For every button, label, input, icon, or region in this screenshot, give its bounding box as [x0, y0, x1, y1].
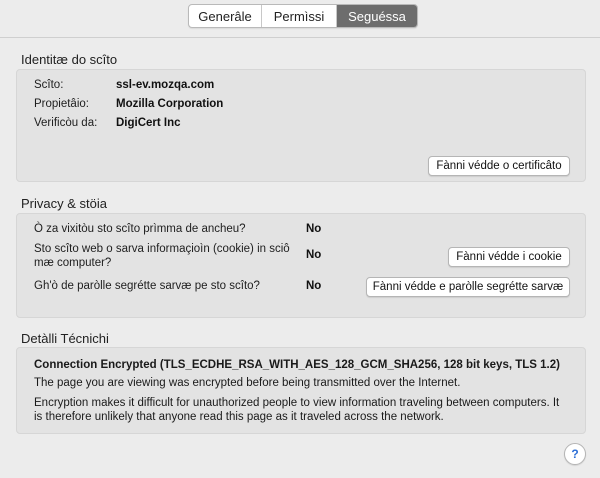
visited-value: No — [306, 223, 322, 235]
identity-section-title: Identitæ do scîto — [21, 52, 118, 67]
verified-by-value: DigiCert Inc — [116, 117, 181, 129]
tab-security[interactable]: Seguéssa — [337, 5, 417, 27]
cookies-value: No — [306, 249, 322, 261]
view-cookies-button[interactable]: Fànni védde i cookie — [448, 247, 570, 267]
view-saved-passwords-button[interactable]: Fànni védde e paròlle segrétte sarvæ — [366, 277, 570, 297]
passwords-question: Gh'ò de paròlle segrétte sarvæ pe sto sc… — [34, 280, 260, 292]
view-certificate-button[interactable]: Fànni védde o certificâto — [428, 156, 570, 176]
cookies-question: Sto scîto web o sarva informaçioìn (cook… — [34, 243, 290, 269]
help-button[interactable]: ? — [564, 443, 586, 465]
site-value: ssl-ev.mozqa.com — [116, 79, 215, 91]
privacy-section-title: Privacy & stöia — [21, 196, 107, 211]
tab-permissions[interactable]: Permìssi — [262, 5, 337, 27]
encryption-info-line2: Encryption makes it difficult for unauth… — [34, 397, 560, 423]
visited-question: Ò za vixitòu sto scîto prìmma de ancheu? — [34, 223, 246, 235]
encryption-info-line1: The page you are viewing was encrypted b… — [34, 377, 461, 389]
connection-status: Connection Encrypted (TLS_ECDHE_RSA_WITH… — [34, 359, 560, 371]
verified-by-label: Verificòu da: — [34, 117, 98, 129]
owner-value: Mozilla Corporation — [116, 98, 224, 110]
passwords-value: No — [306, 280, 322, 292]
tab-general[interactable]: Generâle — [189, 5, 262, 27]
tab-bar: Generâle Permìssi Seguéssa — [188, 4, 418, 28]
help-icon: ? — [571, 447, 579, 461]
site-label: Scîto: — [34, 79, 64, 91]
toolbar-divider — [0, 37, 600, 38]
owner-label: Propietâio: — [34, 98, 89, 110]
technical-section-title: Detàlli Técnichi — [21, 331, 109, 346]
